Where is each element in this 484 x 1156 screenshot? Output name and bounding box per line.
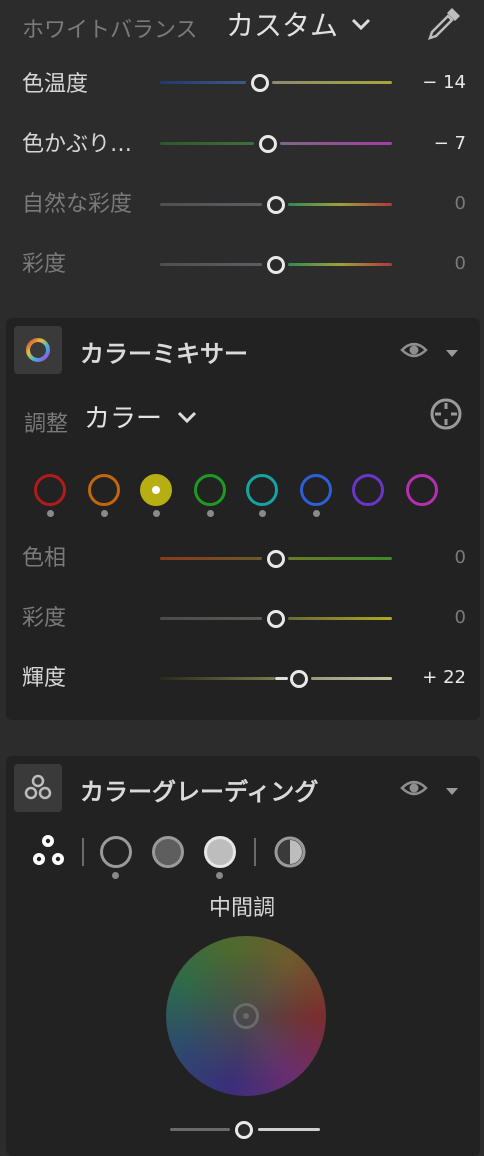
color-mixer-collapse[interactable] [444, 344, 460, 363]
color-mixer-visibility-toggle[interactable] [400, 338, 428, 366]
three-way-icon [33, 835, 64, 865]
swatch-blue[interactable] [300, 474, 332, 506]
grading-luminance-thumb[interactable] [235, 1121, 253, 1139]
mixer-saturation-value: 0 [454, 607, 466, 628]
saturation-value: 0 [454, 253, 466, 274]
hue-label: 色相 [22, 546, 67, 571]
mixer-saturation-label: 彩度 [22, 606, 67, 631]
eye-icon [400, 780, 428, 796]
temp-label: 色温度 [22, 72, 89, 97]
color-mixer-panel [6, 318, 480, 720]
temp-value: − 14 [422, 72, 466, 93]
white-balance-dropdown[interactable]: カスタム [226, 4, 372, 44]
luminance-label: 輝度 [22, 666, 67, 691]
swatch-purple[interactable] [352, 474, 384, 506]
three-circles-icon [24, 774, 52, 800]
target-adjust-icon [430, 398, 462, 430]
swatch-orange-dot [101, 510, 108, 517]
swatch-selected-marker [152, 486, 160, 494]
color-mixer-title: カラーミキサー [80, 340, 248, 368]
luminance-value: + 22 [422, 667, 466, 688]
color-grading-icon-box[interactable] [14, 764, 62, 812]
swatch-aqua-dot [259, 510, 266, 517]
swatch-red[interactable] [34, 474, 66, 506]
global-mode-button[interactable] [274, 836, 306, 872]
saturation-label: 彩度 [22, 252, 67, 277]
swatch-aqua[interactable] [246, 474, 278, 506]
vibrance-value: 0 [454, 193, 466, 214]
tint-label: 色かぶり… [22, 132, 133, 157]
swatch-green[interactable] [194, 474, 226, 506]
color-grading-visibility-toggle[interactable] [400, 776, 428, 804]
swatch-yellow-dot [153, 510, 160, 517]
tint-value: − 7 [433, 133, 466, 154]
three-way-mode-button[interactable] [28, 832, 68, 874]
target-adjust-button[interactable] [428, 396, 464, 436]
swatch-green-dot [207, 510, 214, 517]
eye-icon [400, 342, 428, 358]
color-mixer-icon-box[interactable] [14, 326, 62, 374]
adjust-label: 調整 [24, 412, 69, 437]
white-balance-label: ホワイトバランス [22, 18, 198, 43]
highlights-mode-dot [216, 872, 223, 879]
white-balance-mode: カスタム [226, 9, 339, 42]
vibrance-label: 自然な彩度 [22, 192, 133, 217]
swatch-yellow[interactable] [140, 474, 172, 506]
swatch-red-dot [47, 510, 54, 517]
shadows-mode-dot [112, 872, 119, 879]
adjust-mode: カラー [84, 404, 163, 434]
chevron-down-icon [177, 411, 197, 423]
eyedropper-icon [428, 8, 460, 40]
mixer-saturation-slider-thumb[interactable] [267, 610, 285, 628]
midtones-mode-button[interactable] [152, 836, 184, 868]
hue-slider-thumb[interactable] [267, 550, 285, 568]
luminance-slider-thumb[interactable] [290, 670, 308, 688]
color-grading-collapse[interactable] [444, 782, 460, 801]
color-wheel-handle-center [243, 1013, 249, 1019]
swatch-magenta[interactable] [406, 474, 438, 506]
mode-divider [254, 838, 256, 866]
temp-slider-thumb[interactable] [251, 74, 269, 92]
half-circle-icon [274, 836, 306, 868]
vibrance-slider-thumb[interactable] [267, 196, 285, 214]
eyedropper-button[interactable] [424, 4, 464, 48]
color-grading-title: カラーグレーディング [80, 778, 319, 806]
swatch-orange[interactable] [88, 474, 120, 506]
mode-divider [82, 838, 84, 866]
grading-section-label: 中間調 [208, 896, 275, 921]
triangle-down-icon [446, 350, 458, 357]
color-wheel-icon [26, 338, 50, 362]
swatch-blue-dot [313, 510, 320, 517]
shadows-mode-button[interactable] [100, 836, 132, 868]
hue-value: 0 [454, 547, 466, 568]
highlights-mode-button[interactable] [204, 836, 236, 868]
saturation-slider-thumb[interactable] [267, 256, 285, 274]
chevron-down-icon [351, 18, 371, 31]
adjust-dropdown[interactable]: カラー [84, 398, 198, 435]
tint-slider-thumb[interactable] [259, 135, 277, 153]
triangle-down-icon [446, 788, 458, 795]
